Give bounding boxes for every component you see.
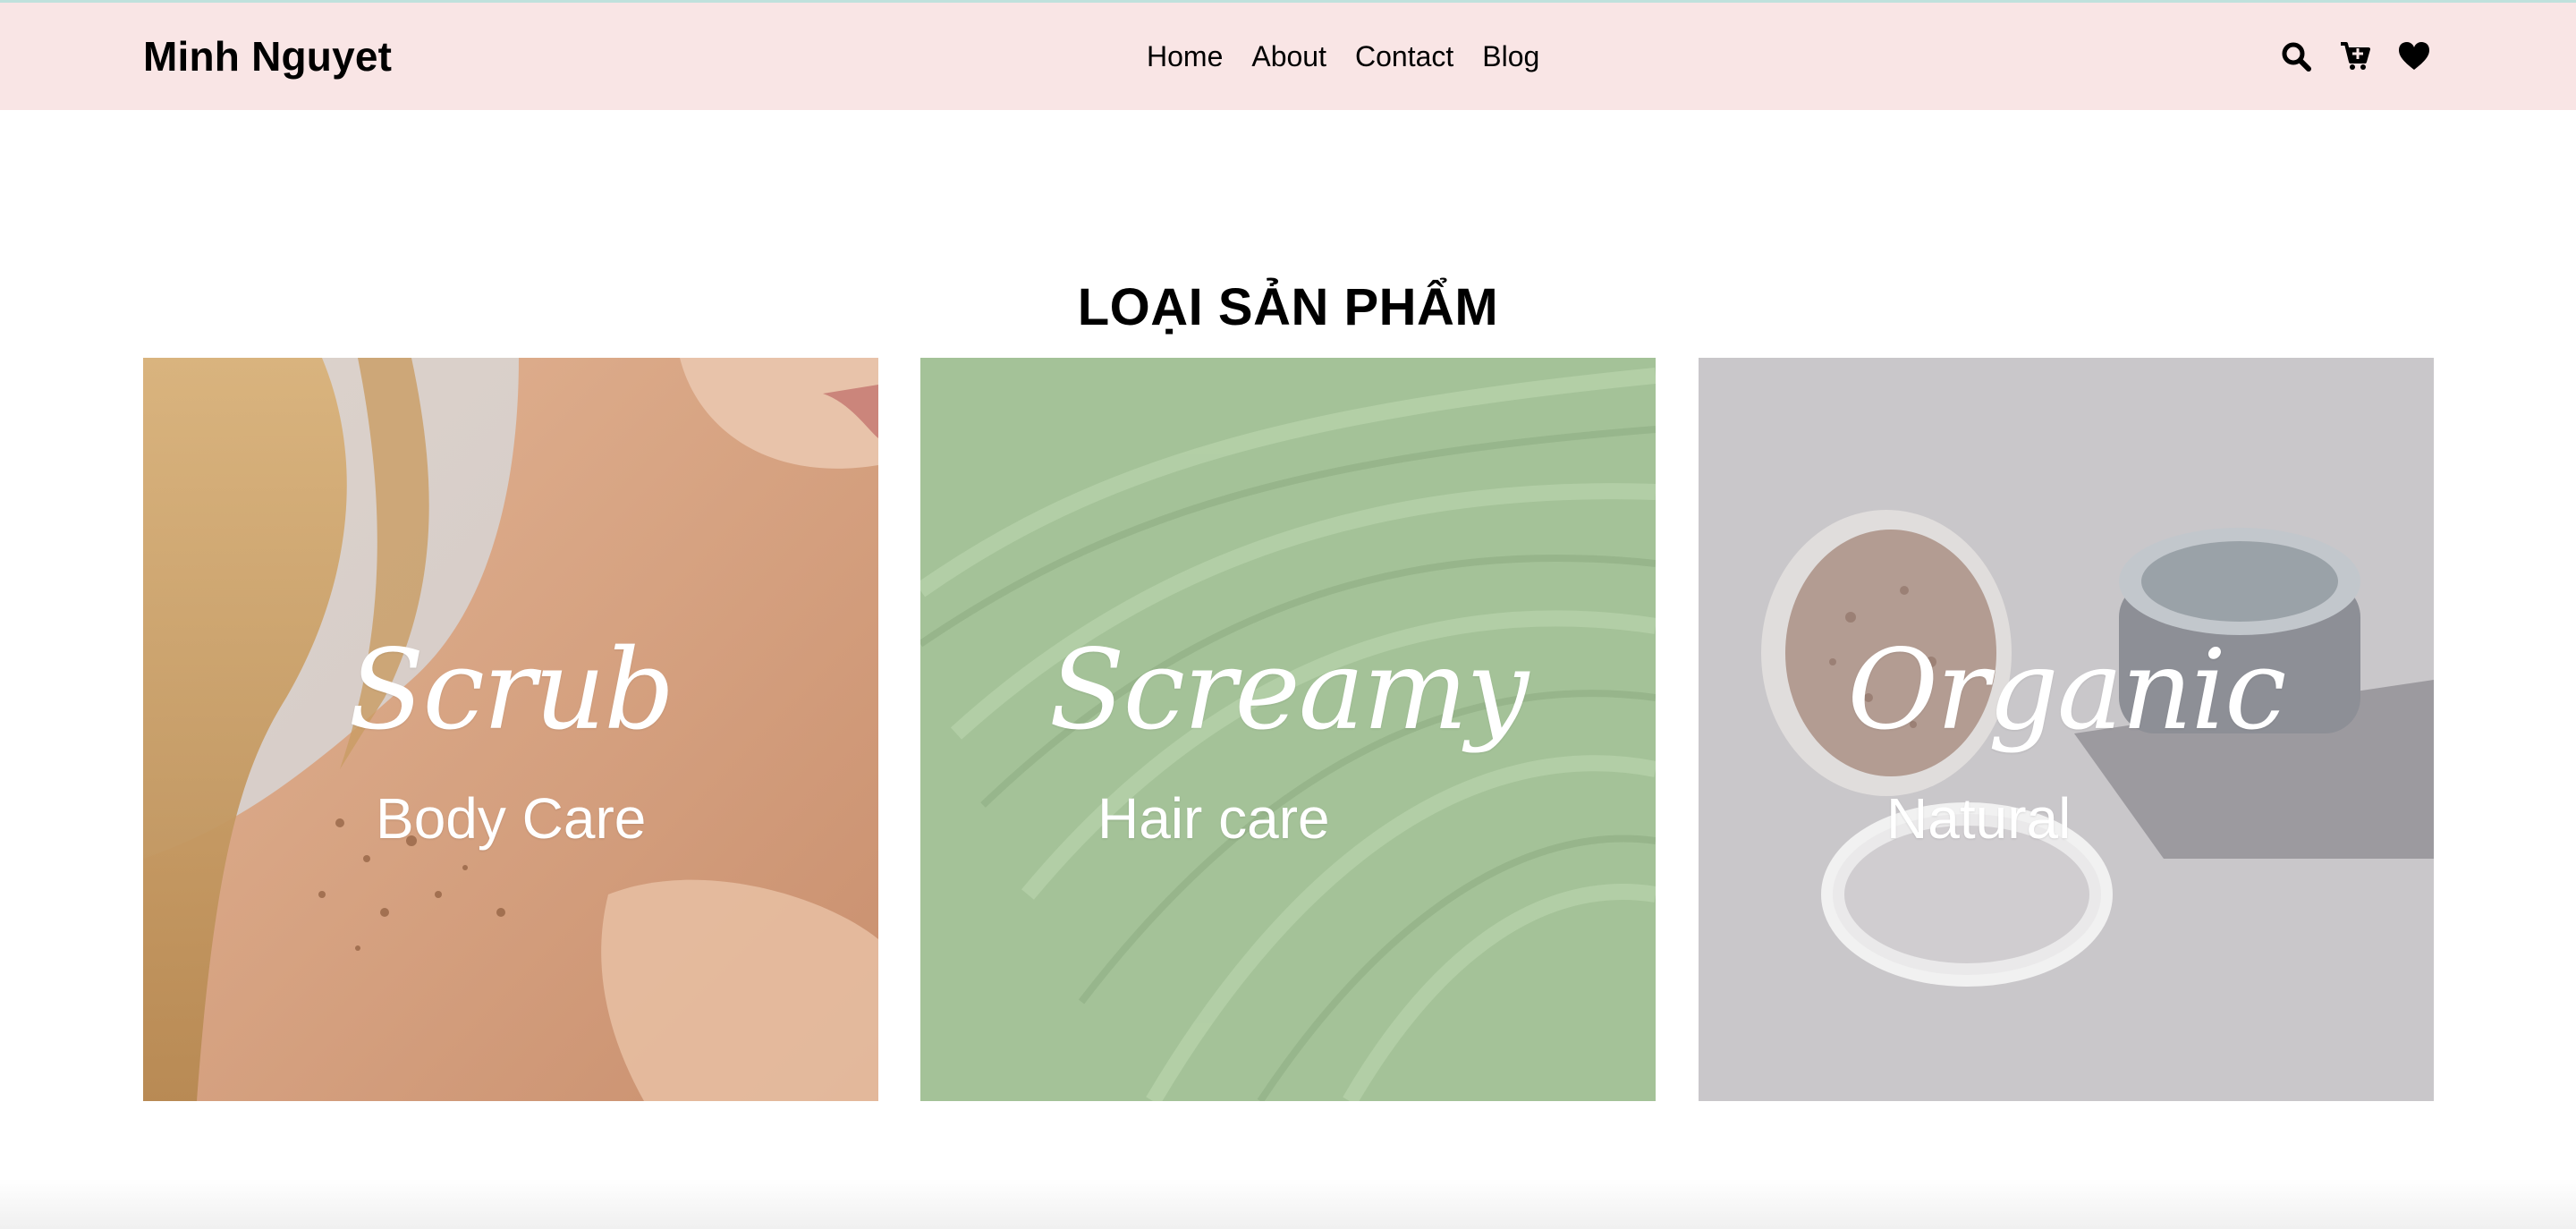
main-nav: Home About Contact Blog xyxy=(1147,3,1539,110)
category-card-natural[interactable]: Organic Natural xyxy=(1699,358,2434,1101)
card-subtitle: Hair care xyxy=(1097,786,1330,851)
nav-link-home[interactable]: Home xyxy=(1147,40,1223,73)
brand-logo[interactable]: Minh Nguyet xyxy=(143,3,392,110)
category-card-body-care[interactable]: Scrub Body Care xyxy=(143,358,878,1101)
navbar: Minh Nguyet Home About Contact Blog xyxy=(0,3,2576,110)
category-card-hair-care[interactable]: Screamy Hair care xyxy=(920,358,1656,1101)
card-script-title: Scrub xyxy=(348,626,675,755)
nav-link-blog[interactable]: Blog xyxy=(1482,40,1539,73)
cart-icon[interactable] xyxy=(2338,39,2372,73)
card-script-title: Organic xyxy=(1847,626,2286,755)
nav-icons xyxy=(2279,3,2431,110)
card-subtitle: Body Care xyxy=(376,786,647,851)
section-title: LOẠI SẢN PHẨM xyxy=(1077,278,1499,337)
card-script-title: Screamy xyxy=(1048,626,1530,755)
card-subtitle: Natural xyxy=(1886,786,2072,851)
nav-link-contact[interactable]: Contact xyxy=(1355,40,1453,73)
search-icon[interactable] xyxy=(2279,39,2313,73)
heart-icon[interactable] xyxy=(2397,39,2431,73)
nav-link-about[interactable]: About xyxy=(1251,40,1326,73)
bottom-shadow xyxy=(0,1179,2576,1229)
